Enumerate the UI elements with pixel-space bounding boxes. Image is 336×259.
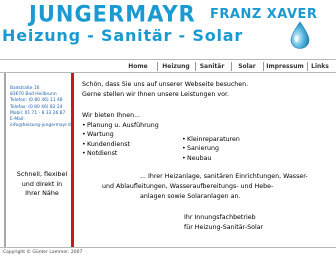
- service-line: ... Ihrer Heizanlage, sanitären Einricht…: [140, 173, 308, 180]
- intro-line: Schön, dass Sie uns auf unserer Webseite…: [82, 81, 249, 88]
- offer-item: Neubau: [182, 154, 240, 164]
- closing-line: für Heizung-Sanitär-Solar: [184, 224, 264, 231]
- copyright-text: Copyright © Günter Lammer, 2007: [3, 250, 83, 255]
- offer-list-right: Kleinreparaturen Sanierung Neubau: [182, 135, 240, 164]
- slogan-line: Ihrer Nähe: [25, 189, 59, 197]
- nav-home[interactable]: Home: [121, 61, 155, 72]
- brand-owner: FRANZ XAVER: [210, 7, 318, 22]
- site-header: JUNGERMAYR FRANZ XAVER Heizung - Sanitär…: [0, 0, 336, 58]
- closing-line: Ihr Innungsfachbetrieb: [184, 214, 256, 221]
- intro-line: Gerne stellen wir Ihnen unsere Leistunge…: [82, 91, 229, 98]
- contact-address: Badstraße 16 83670 Bad Heilbrunn Telefon…: [10, 86, 73, 129]
- slogan: Schnell, flexibel und direkt in Ihrer Nä…: [10, 170, 74, 199]
- nav-heizung[interactable]: Heizung: [158, 61, 194, 72]
- offer-item: Kleinreparaturen: [182, 135, 240, 145]
- nav-sanitaer[interactable]: Sanitär: [196, 61, 228, 72]
- email-link[interactable]: info@heizung-jungermayr.de: [10, 123, 73, 129]
- nav-links[interactable]: Links: [308, 61, 332, 72]
- water-drop-icon: [290, 21, 310, 49]
- brand-name: JUNGERMAYR: [29, 1, 196, 27]
- page-body: Badstraße 16 83670 Bad Heilbrunn Telefon…: [0, 73, 336, 247]
- slogan-line: Schnell, flexibel: [16, 170, 68, 178]
- service-line: anlagen sowie Solaranlagen an.: [140, 193, 241, 200]
- main-navigation: Home Heizung Sanitär Solar Impressum Lin…: [0, 59, 336, 73]
- tagline: Heizung - Sanitär - Solar: [2, 26, 244, 45]
- service-line: und Ablaufleitungen, Wasseraufbereitungs…: [102, 183, 274, 190]
- offer-item: Notdienst: [82, 149, 159, 159]
- nav-impressum[interactable]: Impressum: [264, 61, 306, 72]
- offer-list-left: Planung u. Ausführung Wartung Kundendien…: [82, 121, 159, 159]
- offer-item: Planung u. Ausführung: [82, 121, 159, 131]
- offer-item: Sanierung: [182, 144, 240, 154]
- site-footer: Copyright © Günter Lammer, 2007: [0, 247, 336, 259]
- nav-solar[interactable]: Solar: [232, 61, 262, 72]
- offer-item: Kundendienst: [82, 140, 159, 150]
- offer-heading: Wir bieten Ihnen...: [82, 112, 141, 119]
- slogan-line: und direkt in: [21, 179, 63, 188]
- sidebar: Badstraße 16 83670 Bad Heilbrunn Telefon…: [4, 73, 73, 247]
- accent-divider: [71, 73, 74, 247]
- offer-item: Wartung: [82, 130, 159, 140]
